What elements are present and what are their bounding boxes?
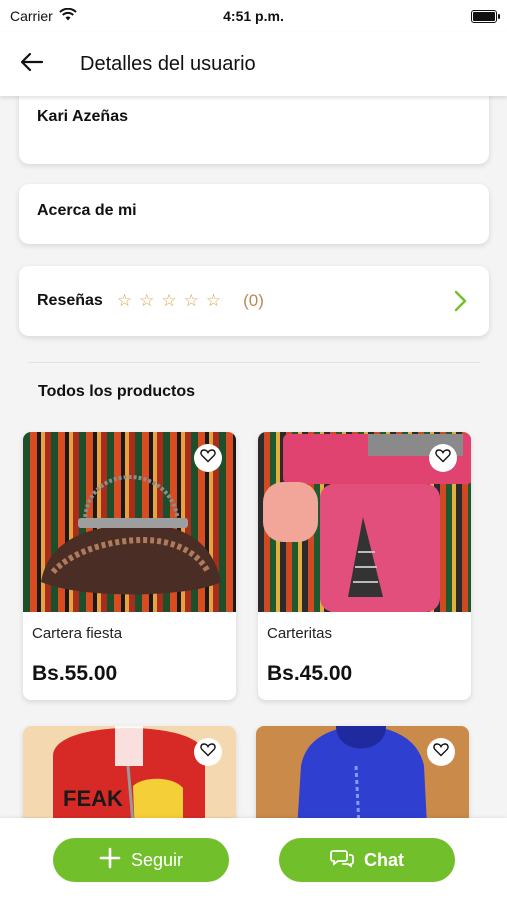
product-card[interactable]: Carteritas Bs.45.00 — [258, 432, 471, 700]
products-section-title: Todos los productos — [38, 383, 196, 400]
plus-icon — [99, 847, 121, 874]
star-outline-icon: ☆ — [116, 291, 133, 310]
reviews-count: (0) — [243, 291, 264, 310]
bottom-action-bar: Seguir Chat — [0, 818, 507, 900]
product-card[interactable]: FEAK — [23, 726, 236, 818]
product-image[interactable]: FEAK — [23, 726, 236, 818]
about-label: Acerca de mi — [37, 202, 137, 219]
nav-bar: Detalles del usuario — [0, 32, 507, 96]
heart-outline-icon — [200, 448, 216, 468]
page-title: Detalles del usuario — [80, 52, 256, 75]
product-image[interactable] — [256, 726, 469, 818]
product-name: Cartera fiesta — [32, 625, 123, 642]
about-card: Acerca de mi — [19, 184, 489, 244]
heart-outline-icon — [435, 448, 451, 468]
favorite-button[interactable] — [194, 738, 222, 766]
star-outline-icon: ☆ — [205, 291, 222, 310]
user-name-card: Kari Azeñas — [19, 96, 489, 164]
heart-outline-icon — [200, 742, 216, 762]
product-image[interactable] — [23, 432, 236, 612]
follow-button[interactable]: Seguir — [53, 838, 229, 882]
heart-outline-icon — [433, 742, 449, 762]
carrier-label: Carrier — [10, 8, 53, 24]
star-outline-icon: ☆ — [161, 291, 177, 310]
product-card[interactable]: Cartera fiesta Bs.55.00 — [23, 432, 236, 700]
favorite-button[interactable] — [429, 444, 457, 472]
chat-bubbles-icon — [330, 848, 354, 873]
product-image[interactable] — [258, 432, 471, 612]
product-name: Carteritas — [267, 625, 333, 642]
product-price: Bs.45.00 — [267, 662, 353, 685]
product-card[interactable] — [256, 726, 469, 818]
wifi-icon — [59, 7, 77, 24]
chat-label: Chat — [364, 849, 404, 870]
section-divider — [28, 362, 480, 363]
reviews-card[interactable]: Reseñas ☆ ☆ ☆ ☆ ☆ (0) — [19, 266, 489, 336]
reviews-label: Reseñas — [37, 292, 103, 309]
content-scroll[interactable]: Kari Azeñas Acerca de mi Reseñas ☆ ☆ ☆ ☆… — [0, 96, 507, 818]
rating-stars: ☆ ☆ ☆ ☆ ☆ — [117, 291, 221, 311]
follow-label: Seguir — [130, 849, 184, 870]
star-outline-icon: ☆ — [183, 291, 199, 310]
favorite-button[interactable] — [194, 444, 222, 472]
back-button[interactable] — [0, 32, 64, 96]
favorite-button[interactable] — [427, 738, 455, 766]
product-price: Bs.55.00 — [32, 662, 118, 685]
chevron-right-icon[interactable] — [449, 290, 471, 312]
battery-icon — [471, 9, 500, 23]
user-name: Kari Azeñas — [37, 108, 128, 125]
status-left: Carrier — [10, 7, 77, 24]
star-outline-icon: ☆ — [139, 291, 155, 310]
arrow-left-icon — [20, 52, 44, 77]
chat-button[interactable]: Chat — [279, 838, 455, 882]
svg-text:FEAK: FEAK — [63, 786, 123, 811]
status-bar: Carrier 4:51 p.m. — [0, 0, 507, 32]
